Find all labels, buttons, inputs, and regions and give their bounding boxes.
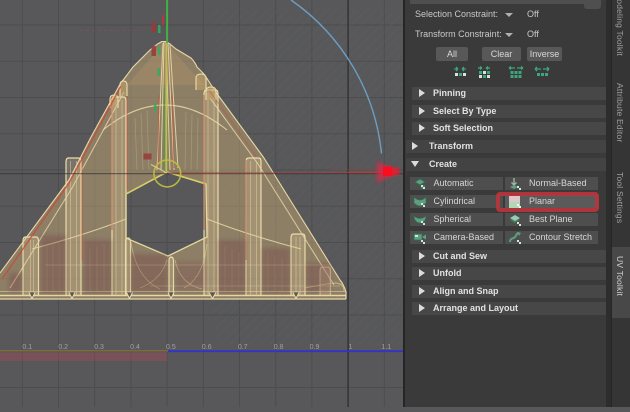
svg-text:1.1: 1.1 [381,344,391,351]
svg-text:0.9: 0.9 [310,344,320,351]
svg-text:0.8: 0.8 [274,344,284,351]
svg-text:0.4: 0.4 [130,344,140,351]
svg-text:0.1: 0.1 [22,344,32,351]
svg-text:0.5: 0.5 [166,344,176,351]
svg-text:0.6: 0.6 [202,344,212,351]
svg-text:0.3: 0.3 [94,344,104,351]
svg-text:0.2: 0.2 [58,344,68,351]
svg-text:1: 1 [348,344,352,351]
svg-text:0.7: 0.7 [238,344,248,351]
